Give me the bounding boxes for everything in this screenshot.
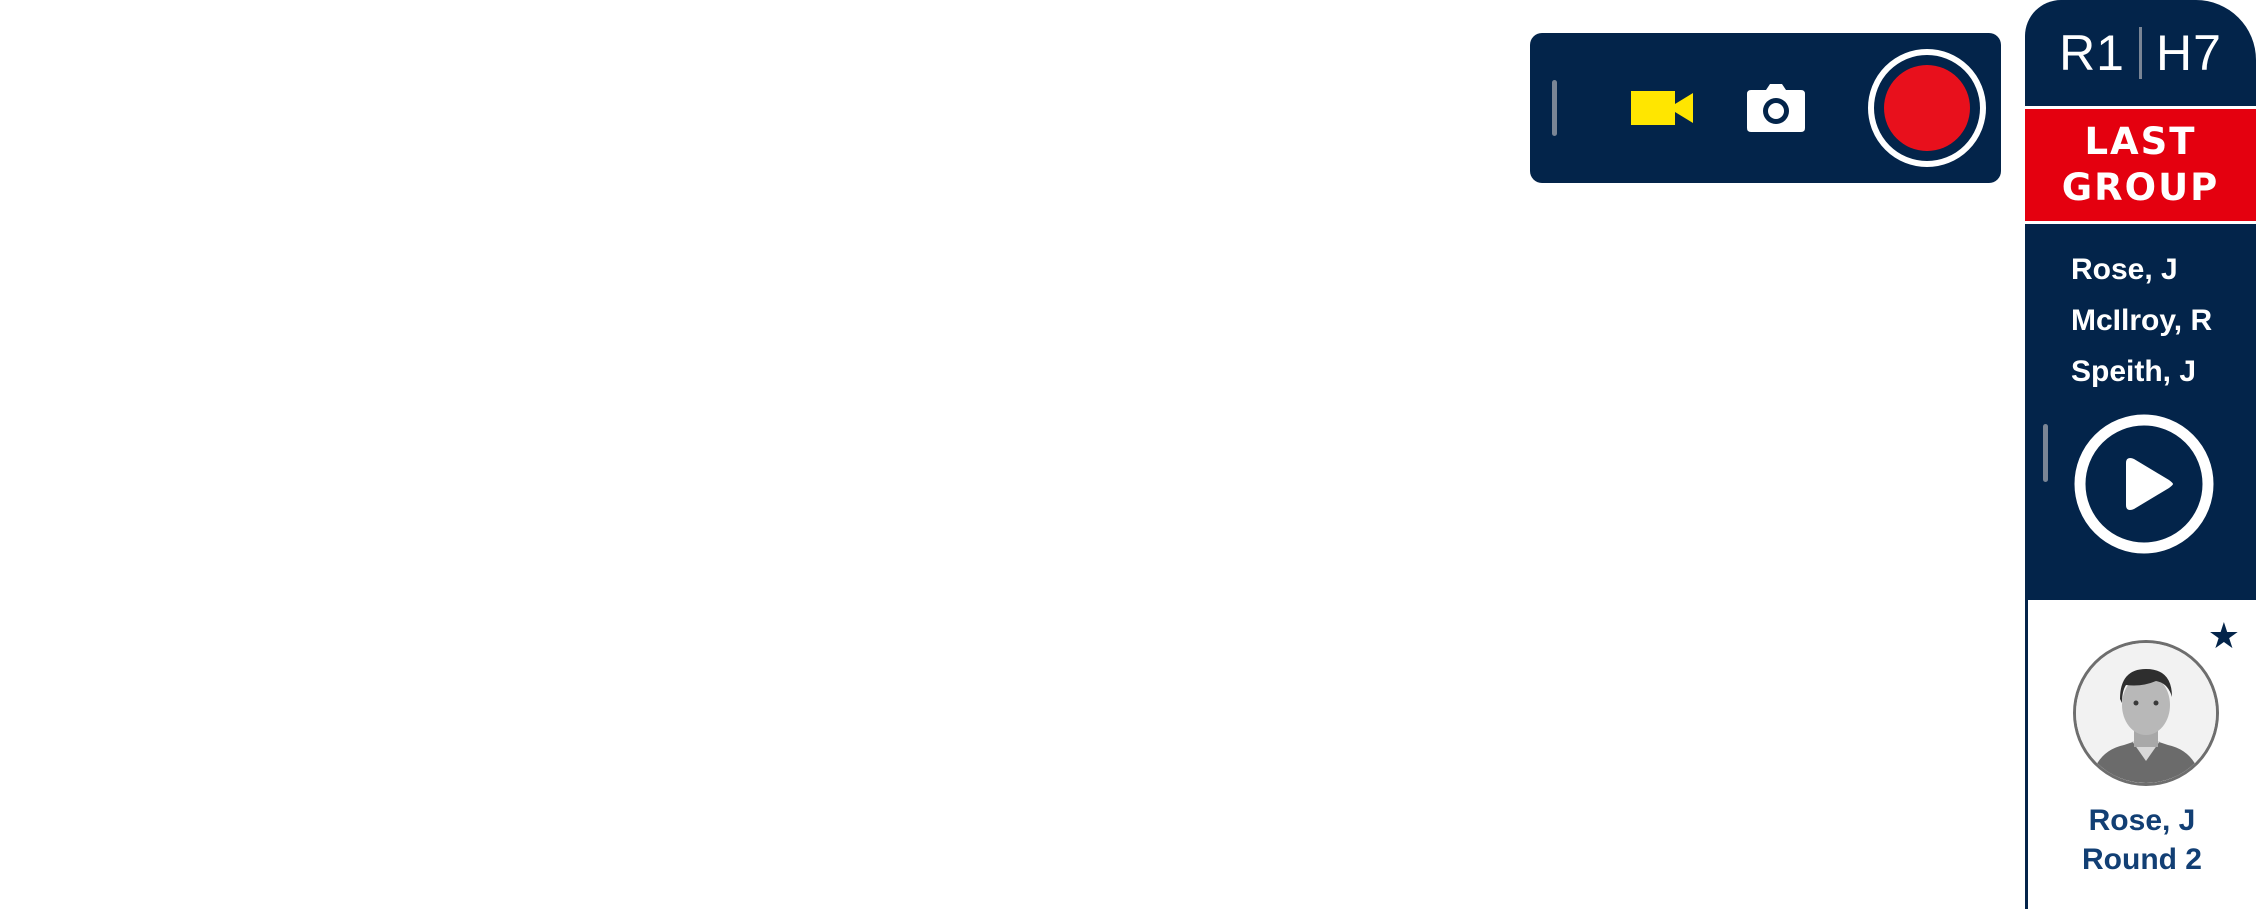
round-hole-header: R1 H7 — [2025, 0, 2256, 106]
player-list-item[interactable]: Speith, J — [2071, 346, 2212, 397]
snapshot-button[interactable] — [1742, 78, 1810, 138]
toolbar-drag-handle[interactable] — [1552, 80, 1557, 136]
hole-label: H7 — [2156, 25, 2222, 81]
record-button[interactable] — [1868, 49, 1986, 167]
play-button[interactable] — [2074, 414, 2214, 554]
capture-toolbar — [1530, 33, 2001, 183]
last-group-banner: LAST GROUP — [2025, 109, 2256, 221]
banner-line-1: LAST — [2084, 120, 2197, 163]
player-avatar — [2073, 640, 2219, 786]
record-dot-icon — [1884, 65, 1970, 151]
camera-icon — [1747, 84, 1805, 132]
panel-drag-handle[interactable] — [2043, 424, 2048, 482]
player-list: Rose, J McIlroy, R Speith, J — [2071, 244, 2212, 397]
video-record-button[interactable] — [1626, 80, 1698, 136]
app-stage: R1 H7 LAST GROUP Rose, J McIlroy, R Spei… — [0, 0, 2256, 909]
player-list-item[interactable]: Rose, J — [2071, 244, 2212, 295]
star-icon[interactable]: ★ — [2208, 618, 2240, 654]
group-players-panel: Rose, J McIlroy, R Speith, J — [2025, 224, 2256, 600]
player-photo — [2076, 643, 2216, 783]
player-round: Round 2 — [2082, 843, 2202, 876]
record-ring — [1868, 49, 1986, 167]
play-icon — [2074, 414, 2214, 554]
banner-line-2: GROUP — [2061, 166, 2220, 209]
video-camera-icon — [1631, 91, 1693, 125]
round-label: R1 — [2059, 25, 2125, 81]
header-divider — [2139, 27, 2142, 79]
player-list-item[interactable]: McIlroy, R — [2071, 295, 2212, 346]
player-name: Rose, J — [2088, 804, 2196, 837]
group-sidebar: R1 H7 LAST GROUP Rose, J McIlroy, R Spei… — [2025, 0, 2256, 909]
player-card[interactable]: ★ Rose, J Round 2 — [2025, 600, 2256, 909]
